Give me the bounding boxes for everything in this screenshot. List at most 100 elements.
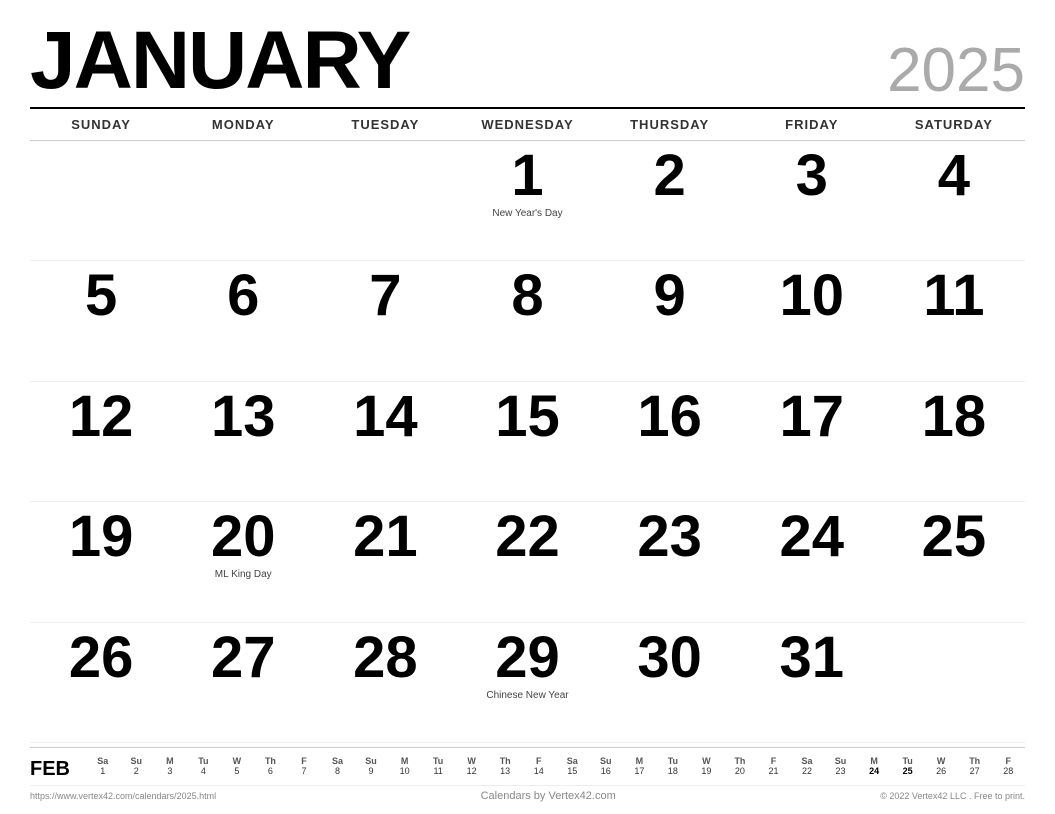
mini-day: 24	[857, 766, 891, 776]
mini-day: 16	[589, 766, 623, 776]
mini-header: Th	[958, 756, 992, 766]
calendar-cell-13: 13	[172, 382, 314, 502]
calendar-cell-21: 21	[314, 502, 456, 622]
calendar-cell-15: 15	[456, 382, 598, 502]
day-number: 1	[511, 147, 543, 205]
mini-header: M	[623, 756, 657, 766]
calendar-container: JANUARY 2025 SUNDAYMONDAYTUESDAYWEDNESDA…	[0, 0, 1055, 814]
calendar-cell-4: 4	[883, 141, 1025, 261]
day-number: 11	[923, 267, 984, 325]
mini-header: F	[757, 756, 791, 766]
mini-header: Sa	[790, 756, 824, 766]
mini-header: Tu	[421, 756, 455, 766]
mini-header: Th	[488, 756, 522, 766]
mini-header: M	[153, 756, 187, 766]
day-number: 29	[495, 629, 560, 687]
day-number: 24	[780, 508, 845, 566]
mini-header: W	[220, 756, 254, 766]
calendar-cell-9: 9	[599, 261, 741, 381]
mini-day: 15	[555, 766, 589, 776]
mini-day: 17	[623, 766, 657, 776]
day-number: 14	[353, 388, 418, 446]
day-number: 12	[69, 388, 134, 446]
day-header-friday: FRIDAY	[741, 113, 883, 136]
day-number: 9	[654, 267, 686, 325]
day-number: 5	[85, 267, 117, 325]
footer-center: Calendars by Vertex42.com	[481, 790, 616, 802]
mini-day: 11	[421, 766, 455, 776]
mini-day: 26	[924, 766, 958, 776]
mini-header: F	[522, 756, 556, 766]
mini-day: 21	[757, 766, 791, 776]
calendar-cell-6: 6	[172, 261, 314, 381]
day-number: 16	[637, 388, 702, 446]
day-headers: SUNDAYMONDAYTUESDAYWEDNESDAYTHURSDAYFRID…	[30, 107, 1025, 141]
mini-day: 7	[287, 766, 321, 776]
day-number: 21	[353, 508, 418, 566]
day-number: 7	[369, 267, 401, 325]
calendar-cell-7: 7	[314, 261, 456, 381]
calendar-cell-30: 30	[599, 623, 741, 743]
empty-cell	[883, 623, 1025, 743]
footer-right: © 2022 Vertex42 LLC . Free to print.	[880, 791, 1025, 801]
holiday-text: Chinese New Year	[486, 690, 568, 702]
day-number: 18	[922, 388, 987, 446]
mini-month-label: FEB	[30, 756, 70, 781]
mini-day: 5	[220, 766, 254, 776]
calendar-cell-26: 26	[30, 623, 172, 743]
calendar-cell-17: 17	[741, 382, 883, 502]
calendar-cell-18: 18	[883, 382, 1025, 502]
mini-header: Tu	[656, 756, 690, 766]
day-header-tuesday: TUESDAY	[314, 113, 456, 136]
calendar-grid: 1New Year's Day2345678910111213141516171…	[30, 141, 1025, 743]
calendar-cell-31: 31	[741, 623, 883, 743]
day-header-thursday: THURSDAY	[599, 113, 741, 136]
day-number: 26	[69, 629, 134, 687]
day-number: 28	[353, 629, 418, 687]
empty-cell	[314, 141, 456, 261]
day-number: 4	[938, 147, 970, 205]
day-number: 15	[495, 388, 560, 446]
calendar-cell-22: 22	[456, 502, 598, 622]
day-header-monday: MONDAY	[172, 113, 314, 136]
mini-day: 19	[690, 766, 724, 776]
mini-header: Su	[589, 756, 623, 766]
day-number: 6	[227, 267, 259, 325]
day-number: 31	[780, 629, 845, 687]
mini-day: 1	[86, 766, 120, 776]
calendar-cell-19: 19	[30, 502, 172, 622]
day-number: 27	[211, 629, 276, 687]
month-title: JANUARY	[30, 20, 409, 102]
mini-header: Su	[354, 756, 388, 766]
day-number: 17	[780, 388, 845, 446]
calendar-cell-24: 24	[741, 502, 883, 622]
calendar-cell-16: 16	[599, 382, 741, 502]
day-number: 23	[637, 508, 702, 566]
mini-header: Sa	[555, 756, 589, 766]
mini-day: 14	[522, 766, 556, 776]
holiday-text: ML King Day	[215, 569, 272, 581]
mini-header: Sa	[86, 756, 120, 766]
mini-header: F	[287, 756, 321, 766]
calendar-cell-25: 25	[883, 502, 1025, 622]
mini-day: 8	[321, 766, 355, 776]
day-number: 8	[511, 267, 543, 325]
calendar-cell-14: 14	[314, 382, 456, 502]
day-header-sunday: SUNDAY	[30, 113, 172, 136]
mini-header: W	[455, 756, 489, 766]
day-number: 22	[495, 508, 560, 566]
mini-header: M	[857, 756, 891, 766]
mini-header: W	[924, 756, 958, 766]
empty-cell	[30, 141, 172, 261]
footer-left: https://www.vertex42.com/calendars/2025.…	[30, 791, 216, 801]
mini-header: Tu	[187, 756, 221, 766]
calendar-cell-2: 2	[599, 141, 741, 261]
day-number: 20	[211, 508, 276, 566]
calendar-cell-12: 12	[30, 382, 172, 502]
empty-cell	[172, 141, 314, 261]
calendar-cell-29: 29 Chinese New Year	[456, 623, 598, 743]
mini-day: 22	[790, 766, 824, 776]
day-number: 13	[211, 388, 276, 446]
holiday-text: New Year's Day	[492, 208, 562, 220]
mini-grid: SaSuMTuWThFSaSuMTuWThFSaSuMTuWThFSaSuMTu…	[86, 756, 1025, 776]
